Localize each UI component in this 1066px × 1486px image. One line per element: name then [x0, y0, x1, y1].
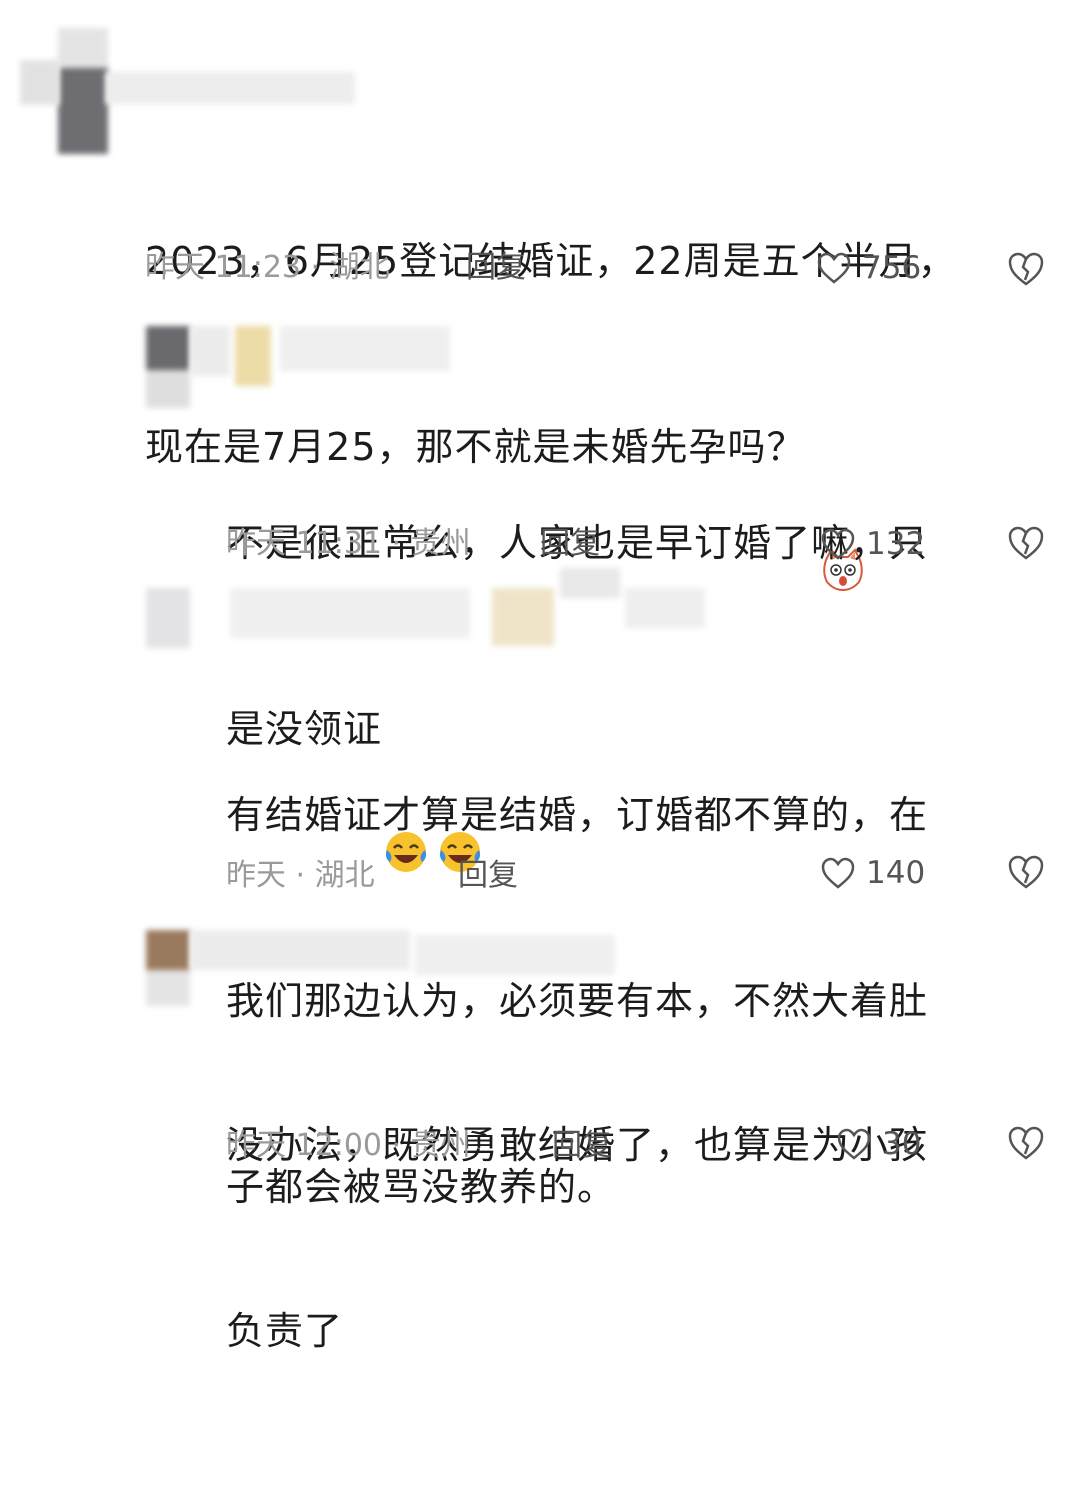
reply-button[interactable]: 回复 — [540, 524, 600, 564]
username-blurred[interactable] — [20, 60, 365, 105]
like-count: 30 — [882, 1126, 922, 1162]
username-blurred[interactable] — [230, 568, 705, 648]
heart-outline-icon — [837, 1128, 871, 1160]
avatar[interactable] — [146, 588, 190, 648]
like-count: 140 — [866, 855, 926, 891]
dislike-button[interactable] — [1006, 250, 1046, 290]
comment-time-location: 昨天 · 湖北 — [226, 858, 375, 893]
like-button[interactable]: 132 — [820, 524, 925, 564]
reply-button[interactable]: 回复 — [552, 1126, 612, 1166]
broken-heart-icon — [1008, 855, 1044, 889]
reply-button[interactable]: 回复 — [458, 856, 518, 896]
username-blurred[interactable] — [190, 930, 620, 980]
dislike-button[interactable] — [1006, 1124, 1046, 1164]
comment-time-location: 昨天 11:31 · 贵州 — [226, 526, 471, 561]
avatar[interactable] — [146, 930, 190, 1006]
heart-outline-icon — [821, 857, 855, 889]
like-count: 132 — [866, 526, 926, 562]
comment-time-location: 昨天 11:23 · 湖北 — [145, 250, 390, 285]
heart-outline-icon — [817, 252, 851, 284]
like-button[interactable]: 30 — [836, 1124, 921, 1164]
like-button[interactable]: 756 — [816, 248, 921, 288]
username-blurred[interactable] — [190, 326, 450, 386]
broken-heart-icon — [1008, 252, 1044, 286]
broken-heart-icon — [1008, 1126, 1044, 1160]
dislike-button[interactable] — [1006, 853, 1046, 893]
avatar[interactable] — [146, 326, 190, 408]
dislike-button[interactable] — [1006, 524, 1046, 564]
heart-outline-icon — [821, 528, 855, 560]
like-button[interactable]: 140 — [820, 853, 925, 893]
reply-button[interactable]: 回复 — [466, 248, 526, 288]
comment-text: 没办法，既然勇敢结婚了，也算是为小孩 负责了 — [226, 1123, 929, 1353]
like-count: 756 — [862, 250, 922, 286]
broken-heart-icon — [1008, 526, 1044, 560]
comment-time-location: 昨天 12:00 · 贵州 — [226, 1128, 471, 1163]
